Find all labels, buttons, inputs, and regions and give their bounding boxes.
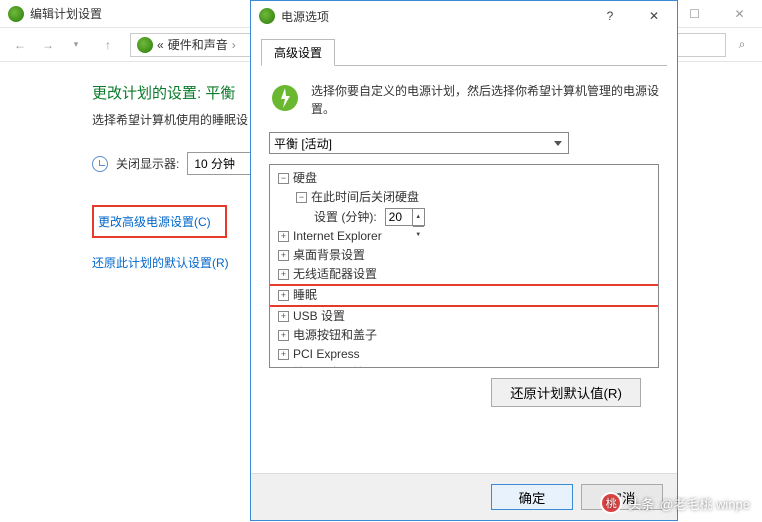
plan-select[interactable]: 平衡 [活动]	[269, 132, 569, 154]
link-advanced-settings[interactable]: 更改高级电源设置(C)	[98, 215, 211, 229]
search-icon[interactable]: ⌕	[730, 37, 754, 52]
expand-icon[interactable]: +	[278, 330, 289, 341]
restore-defaults-button[interactable]: 还原计划默认值(R)	[491, 378, 641, 407]
display-off-label: 关闭显示器:	[116, 155, 179, 172]
tab-advanced[interactable]: 高级设置	[261, 39, 335, 66]
tree-item-disk-setting[interactable]: 设置 (分钟): ▲▼	[272, 207, 656, 227]
dialog-titlebar[interactable]: 电源选项 ? ✕	[251, 1, 677, 31]
dialog-body: 选择你要自定义的电源计划，然后选择你希望计算机管理的电源设置。 平衡 [活动] …	[251, 66, 677, 473]
tree-item-sleep[interactable]: +睡眠	[272, 286, 656, 305]
dialog-title: 电源选项	[281, 8, 329, 25]
expand-icon[interactable]: +	[278, 269, 289, 280]
dialog-help-button[interactable]: ?	[588, 2, 632, 30]
breadcrumb-prefix: «	[157, 38, 164, 52]
plan-select-value: 平衡 [活动]	[274, 137, 332, 151]
power-icon	[8, 6, 24, 22]
display-off-select[interactable]: 10 分钟	[187, 152, 256, 175]
spinner-down[interactable]: ▼	[413, 227, 424, 244]
nav-back-button[interactable]: ←	[8, 33, 32, 57]
watermark-text: @老毛桃 winpe	[660, 494, 750, 513]
chevron-right-icon: ›	[232, 38, 236, 52]
tree-item-power-button[interactable]: +电源按钮和盖子	[272, 326, 656, 345]
disk-setting-label: 设置 (分钟):	[314, 209, 377, 226]
clock-icon	[92, 156, 108, 172]
watermark: 桃 头条 @老毛桃 winpe	[600, 492, 750, 514]
chevron-down-icon[interactable]: ▾	[64, 33, 88, 57]
tree-item-wireless[interactable]: +无线适配器设置	[272, 265, 656, 284]
watermark-prefix: 头条	[628, 494, 654, 513]
control-panel-icon	[137, 37, 153, 53]
collapse-icon[interactable]: −	[296, 192, 307, 203]
restore-row: 还原计划默认值(R)	[269, 368, 659, 407]
tree-item-ie[interactable]: +Internet Explorer	[272, 227, 656, 246]
dialog-controls: ? ✕	[588, 2, 676, 30]
spinner-up[interactable]: ▲	[413, 209, 424, 227]
expand-icon[interactable]: +	[278, 311, 289, 322]
disk-minutes-spinner[interactable]: ▲▼	[385, 208, 425, 226]
watermark-avatar: 桃	[600, 492, 622, 514]
battery-icon	[269, 82, 301, 114]
tab-strip: 高级设置	[251, 31, 677, 66]
expand-icon[interactable]: +	[278, 349, 289, 360]
power-options-dialog: 电源选项 ? ✕ 高级设置 选择你要自定义的电源计划，然后选择你希望计算机管理的…	[250, 0, 678, 521]
parent-title: 编辑计划设置	[30, 5, 102, 22]
dialog-close-button[interactable]: ✕	[632, 2, 676, 30]
tree-item-usb[interactable]: +USB 设置	[272, 307, 656, 326]
link-restore-defaults[interactable]: 还原此计划的默认设置(R)	[92, 254, 229, 271]
intro-text: 选择你要自定义的电源计划，然后选择你希望计算机管理的电源设置。	[311, 82, 659, 118]
nav-up-button[interactable]: ↑	[96, 33, 120, 57]
tree-item-background[interactable]: +桌面背景设置	[272, 246, 656, 265]
highlight-box-advanced: 更改高级电源设置(C)	[92, 205, 227, 238]
expand-icon[interactable]: +	[278, 290, 289, 301]
power-icon	[259, 8, 275, 24]
disk-minutes-input[interactable]	[386, 209, 412, 225]
maximize-button[interactable]: ☐	[672, 0, 717, 28]
nav-forward-button[interactable]: →	[36, 33, 60, 57]
breadcrumb-item[interactable]: 硬件和声音	[168, 36, 228, 53]
spinner-buttons: ▲▼	[412, 209, 424, 225]
expand-icon[interactable]: +	[278, 250, 289, 261]
highlight-box-sleep: +睡眠	[269, 284, 659, 307]
ok-button[interactable]: 确定	[491, 484, 573, 510]
tree-item-pci[interactable]: +PCI Express	[272, 345, 656, 364]
dialog-intro: 选择你要自定义的电源计划，然后选择你希望计算机管理的电源设置。	[269, 82, 659, 118]
tree-item-disk[interactable]: −硬盘	[272, 169, 656, 188]
close-button[interactable]: ✕	[717, 0, 762, 28]
collapse-icon[interactable]: −	[278, 173, 289, 184]
expand-icon[interactable]: +	[278, 231, 289, 242]
settings-tree[interactable]: −硬盘 −在此时间后关闭硬盘 设置 (分钟): ▲▼ +Internet Exp…	[269, 164, 659, 368]
tree-item-disk-timeout[interactable]: −在此时间后关闭硬盘	[272, 188, 656, 207]
